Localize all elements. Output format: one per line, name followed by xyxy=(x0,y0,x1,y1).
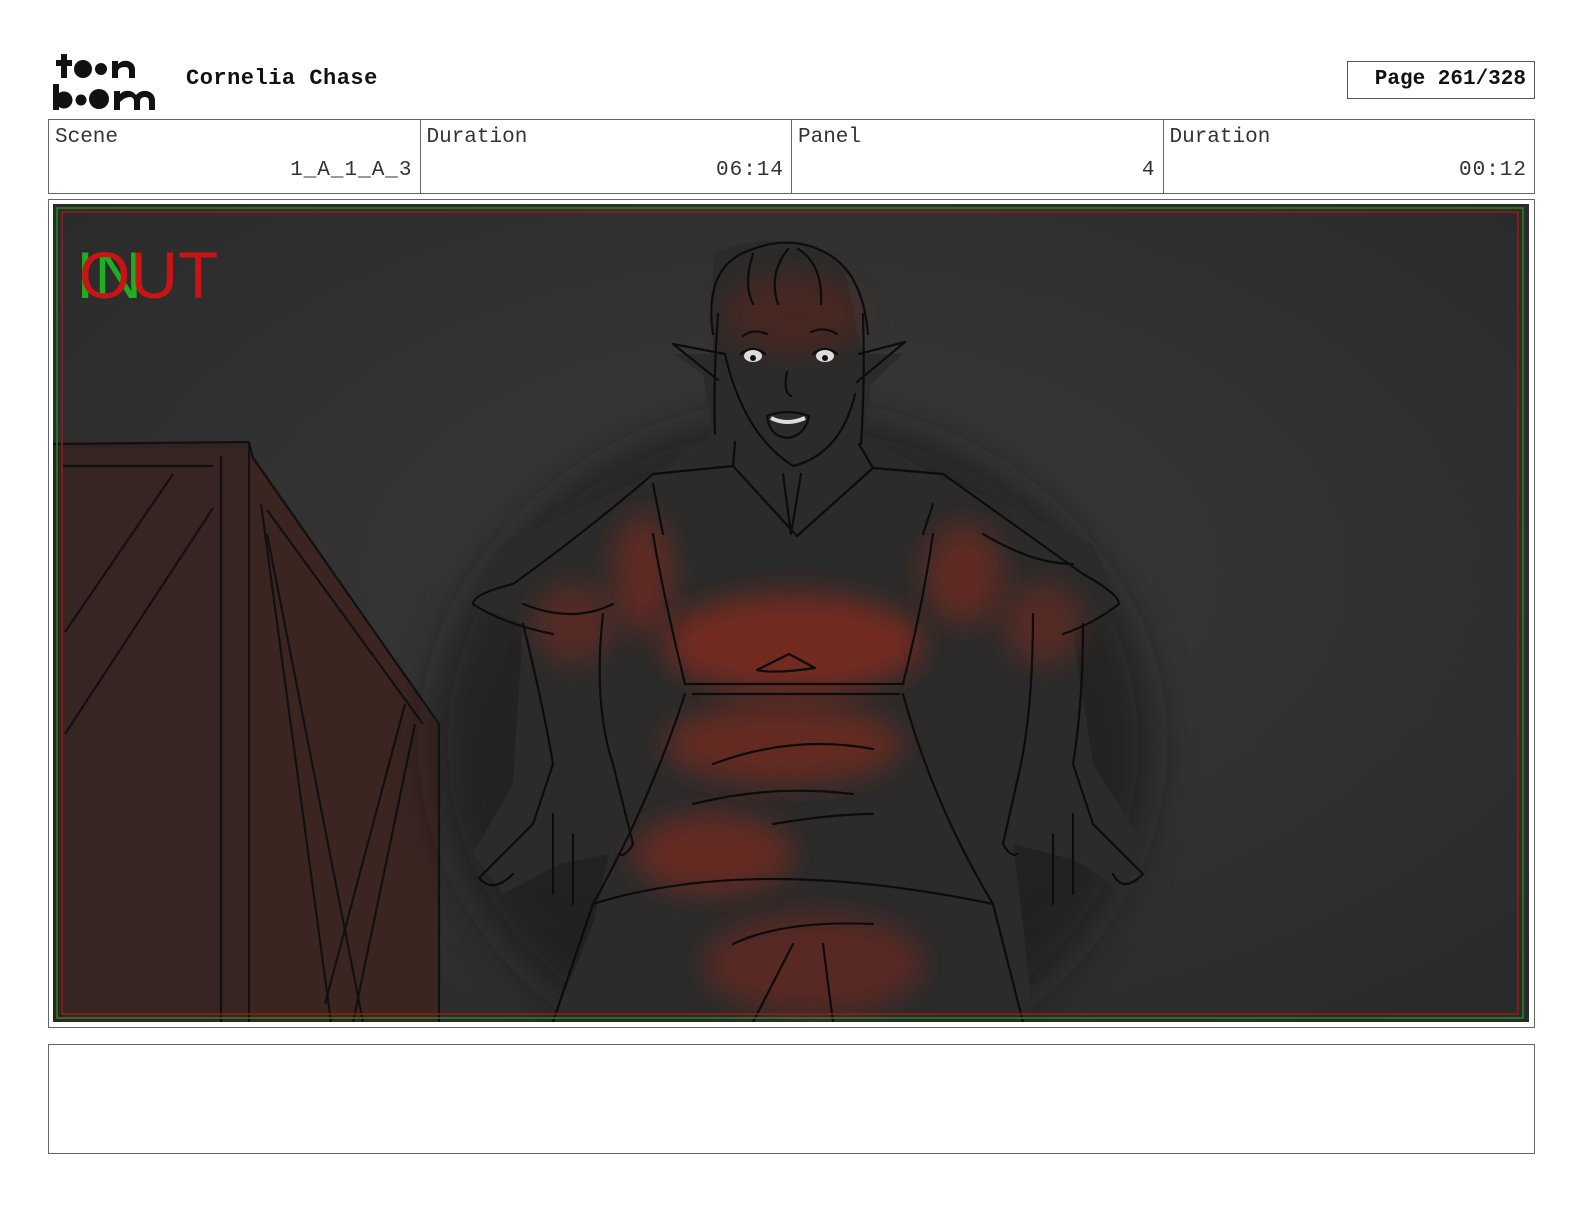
panel-duration-label: Duration xyxy=(1169,126,1271,149)
scene-info-table: Scene 1_A_1_A_3 Duration 06:14 Panel 4 D… xyxy=(48,119,1535,194)
scene-value: 1_A_1_A_3 xyxy=(290,159,413,182)
scene-cell: Scene 1_A_1_A_3 xyxy=(49,120,421,193)
scene-duration-label: Duration xyxy=(426,126,528,149)
page-indicator: Page 261/328 xyxy=(1347,61,1535,99)
project-title: Cornelia Chase xyxy=(186,66,378,91)
scene-duration-value: 06:14 xyxy=(715,159,784,182)
panel-notes xyxy=(48,1044,1535,1154)
page-label: Page 261/328 xyxy=(1374,68,1526,91)
panel-duration-value: 00:12 xyxy=(1458,159,1527,182)
panel-cell: Panel 4 xyxy=(792,120,1164,193)
scene-label: Scene xyxy=(55,126,119,149)
panel-label: Panel xyxy=(798,126,862,149)
toon-boom-logo xyxy=(53,54,155,110)
panel-value: 4 xyxy=(1141,159,1156,182)
scene-duration-cell: Duration 06:14 xyxy=(421,120,792,193)
out-marker: OUT xyxy=(79,238,218,312)
panel-artwork: IN OUT xyxy=(53,204,1529,1022)
storyboard-panel: IN OUT xyxy=(48,199,1535,1028)
panel-duration-cell: Duration 00:12 xyxy=(1164,120,1535,193)
